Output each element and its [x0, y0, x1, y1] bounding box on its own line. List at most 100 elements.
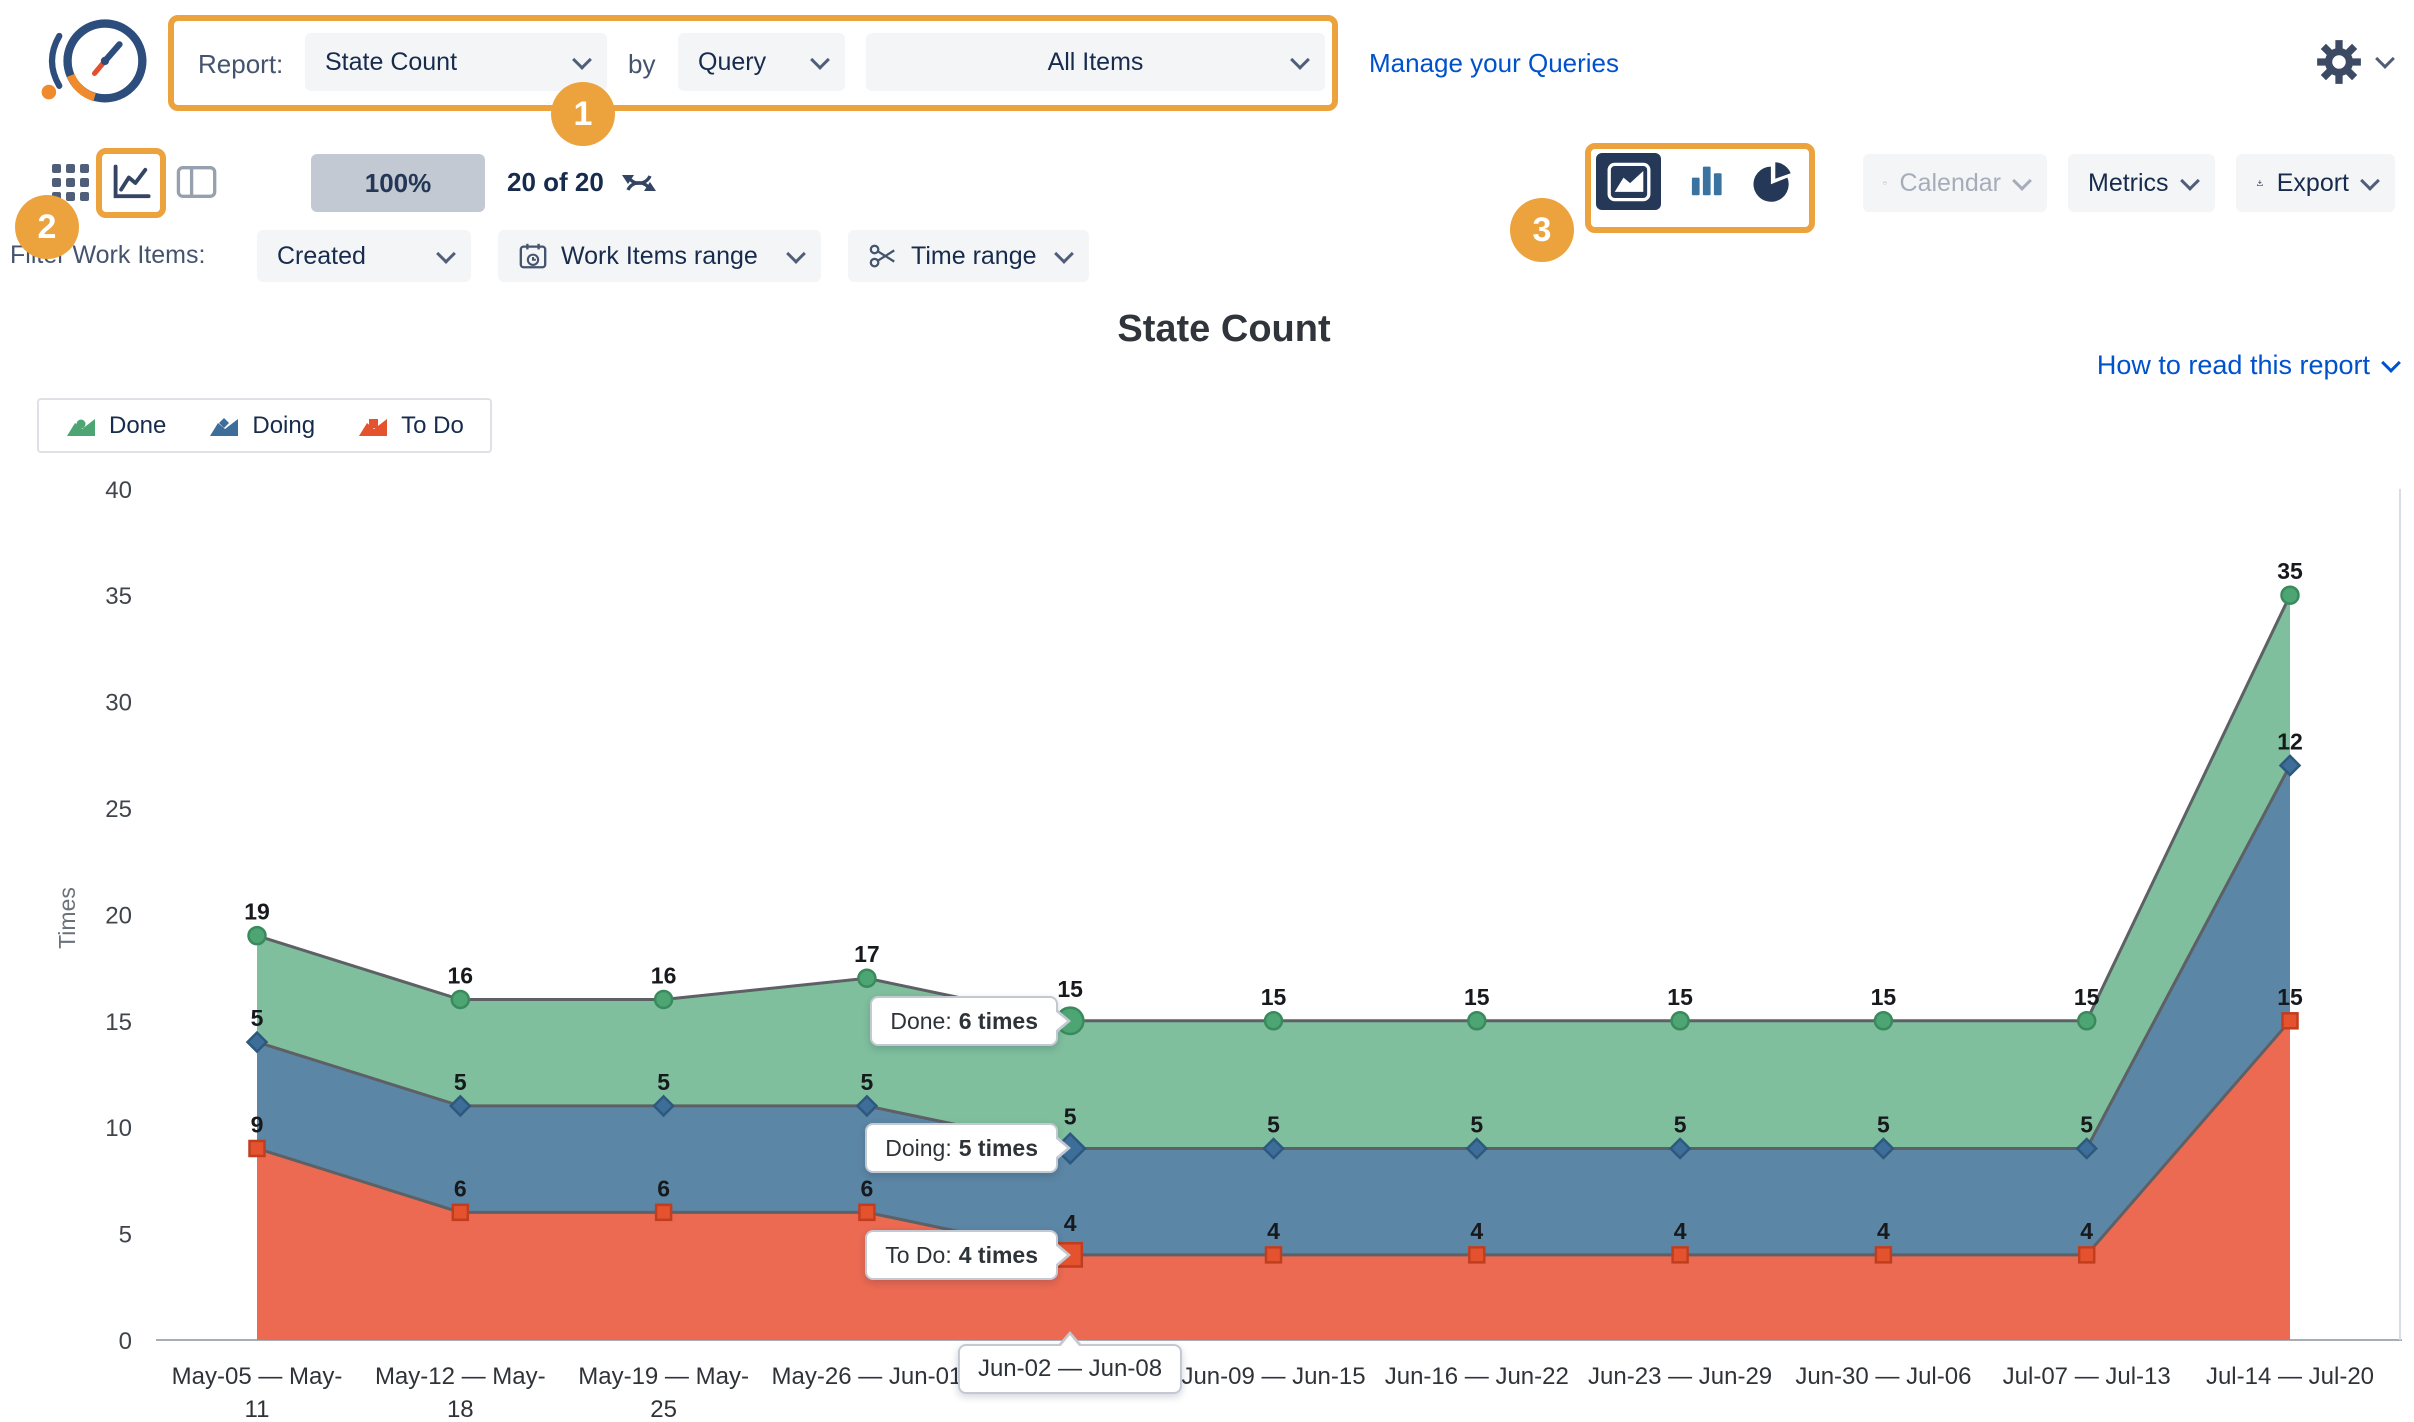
state-count-chart[interactable]: 0510152025303540Times9666444444155555555… — [0, 440, 2414, 1422]
marker-to-do[interactable] — [1469, 1247, 1484, 1262]
value-label: 5 — [1267, 1111, 1280, 1137]
legend-item-doing[interactable]: Doing — [208, 412, 315, 440]
manage-queries-link[interactable]: Manage your Queries — [1369, 48, 1619, 79]
how-to-read-link[interactable]: How to read this report — [2097, 350, 2398, 381]
y-axis-tick-label: 15 — [105, 1009, 132, 1036]
value-label: 6 — [861, 1175, 874, 1201]
legend-label-doing: Doing — [252, 412, 315, 440]
marker-to-do[interactable] — [656, 1205, 671, 1220]
scissors-icon — [868, 241, 898, 271]
area-chart-type-button[interactable] — [1596, 153, 1661, 210]
marker-to-do[interactable] — [453, 1205, 468, 1220]
report-type-value: State Count — [325, 48, 457, 77]
marker-to-do[interactable] — [1876, 1247, 1891, 1262]
marker-to-do[interactable] — [2283, 1013, 2298, 1028]
export-dropdown[interactable]: Export — [2236, 154, 2395, 212]
calendar-label: Calendar — [1900, 169, 2001, 198]
chevron-down-icon — [1290, 50, 1310, 70]
legend-item-done[interactable]: Done — [65, 412, 166, 440]
work-items-range-dropdown[interactable]: Work Items range — [498, 230, 821, 282]
marker-to-do[interactable] — [1266, 1247, 1281, 1262]
value-label: 6 — [454, 1175, 467, 1201]
zoom-level-button[interactable]: 100% — [311, 154, 485, 212]
tooltip-done: Done: 6 times — [870, 996, 1058, 1046]
tooltip-todo-value: 4 times — [959, 1242, 1038, 1269]
legend-item-todo[interactable]: To Do — [357, 412, 464, 440]
marker-to-do[interactable] — [250, 1141, 265, 1156]
x-axis-category-label: May-05 — May-11 — [172, 1363, 343, 1422]
chevron-down-icon — [436, 244, 456, 264]
value-label: 4 — [1470, 1218, 1483, 1244]
value-label: 15 — [2074, 984, 2100, 1010]
marker-done[interactable] — [858, 970, 875, 987]
metrics-label: Metrics — [2088, 169, 2169, 198]
marker-done[interactable] — [1468, 1012, 1485, 1029]
metrics-dropdown[interactable]: Metrics — [2068, 154, 2215, 212]
chart-title: State Count — [1117, 308, 1330, 351]
marker-done[interactable] — [2282, 587, 2299, 604]
marker-done[interactable] — [1875, 1012, 1892, 1029]
zoom-level-value: 100% — [365, 168, 432, 199]
tooltip-todo: To Do: 4 times — [865, 1230, 1058, 1280]
value-label: 5 — [1064, 1103, 1077, 1129]
query-type-value: Query — [698, 48, 766, 77]
tooltip-done-label: Done: — [890, 1008, 951, 1035]
gear-icon — [2314, 37, 2364, 87]
tooltip-doing: Doing: 5 times — [865, 1123, 1058, 1173]
value-label: 4 — [1877, 1218, 1890, 1244]
value-label: 15 — [2277, 984, 2303, 1010]
app-logo-icon — [34, 9, 151, 117]
refresh-button[interactable] — [618, 162, 660, 204]
how-to-read-label: How to read this report — [2097, 350, 2370, 381]
created-filter-dropdown[interactable]: Created — [257, 230, 471, 282]
x-axis-category-label: Jun-23 — Jun-29 — [1588, 1363, 1772, 1390]
panel-view-icon — [174, 160, 218, 204]
detail-view-button[interactable] — [172, 158, 220, 206]
calendar-icon — [1883, 168, 1887, 198]
value-label: 4 — [1267, 1218, 1280, 1244]
query-items-value: All Items — [1048, 48, 1144, 77]
x-axis-category-label: May-19 — May-25 — [578, 1363, 749, 1422]
y-axis-tick-label: 5 — [119, 1222, 132, 1249]
chart-view-button[interactable] — [108, 160, 154, 206]
tooltip-doing-label: Doing: — [885, 1135, 951, 1162]
value-label: 15 — [1057, 976, 1083, 1002]
marker-done[interactable] — [1672, 1012, 1689, 1029]
settings-button[interactable] — [2314, 36, 2392, 88]
report-label: Report: — [198, 49, 283, 80]
y-axis-tick-label: 25 — [105, 796, 132, 823]
value-label: 16 — [448, 963, 474, 989]
items-count: 20 of 20 — [507, 167, 604, 198]
y-axis-tick-label: 0 — [119, 1328, 132, 1355]
query-type-select[interactable]: Query — [678, 33, 845, 91]
x-axis-category-label: Jul-14 — Jul-20 — [2206, 1363, 2374, 1390]
value-label: 5 — [454, 1069, 467, 1095]
marker-to-do[interactable] — [859, 1205, 874, 1220]
marker-to-do[interactable] — [1673, 1247, 1688, 1262]
chevron-down-icon — [2180, 171, 2200, 191]
value-label: 15 — [1871, 984, 1897, 1010]
marker-done[interactable] — [249, 927, 266, 944]
marker-done[interactable] — [2078, 1012, 2095, 1029]
pie-chart-type-button[interactable] — [1742, 153, 1802, 210]
chevron-down-icon — [1054, 244, 1074, 264]
query-items-select[interactable]: All Items — [866, 33, 1325, 91]
marker-done[interactable] — [1265, 1012, 1282, 1029]
done-series-icon — [65, 414, 97, 438]
area-done — [257, 595, 2290, 1148]
time-range-dropdown[interactable]: Time range — [848, 230, 1089, 282]
chevron-down-icon — [810, 50, 830, 70]
value-label: 15 — [1261, 984, 1287, 1010]
bar-chart-icon — [1682, 160, 1726, 204]
legend-label-done: Done — [109, 412, 166, 440]
marker-done[interactable] — [655, 991, 672, 1008]
marker-done[interactable] — [452, 991, 469, 1008]
bar-chart-type-button[interactable] — [1675, 153, 1733, 210]
report-type-select[interactable]: State Count — [305, 33, 607, 91]
chevron-down-icon — [572, 50, 592, 70]
y-axis-tick-label: 20 — [105, 902, 132, 929]
chevron-down-icon — [2381, 353, 2401, 373]
value-label: 19 — [244, 899, 270, 925]
calendar-dropdown[interactable]: Calendar — [1863, 154, 2047, 212]
marker-to-do[interactable] — [2079, 1247, 2094, 1262]
